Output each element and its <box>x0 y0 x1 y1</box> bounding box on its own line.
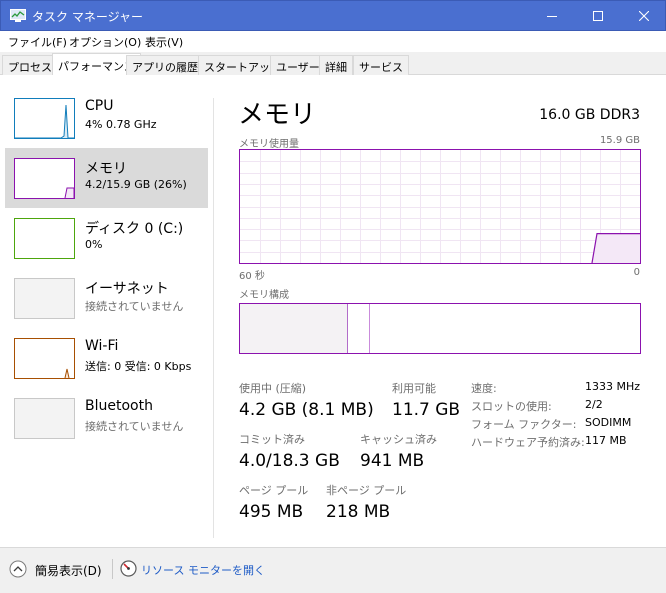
memory-thumbnail-graph <box>14 158 75 199</box>
sidebar-item-name: Bluetooth <box>85 398 153 414</box>
memory-usage-plot <box>240 150 640 264</box>
sidebar-item-detail: 接続されていません <box>85 420 184 433</box>
page-title: メモリ <box>238 100 317 130</box>
sidebar-item-name: メモリ <box>85 161 127 177</box>
available-value: 11.7 GB <box>392 400 461 420</box>
close-button[interactable] <box>621 1 666 31</box>
slots-label: スロットの使用: <box>471 400 552 413</box>
sidebar-item-bluetooth[interactable]: Bluetooth 接続されていません <box>5 388 208 448</box>
sidebar-item-name: ディスク 0 (C:) <box>85 221 184 237</box>
resource-monitor-icon[interactable] <box>120 560 137 577</box>
sidebar-item-detail: 送信: 0 受信: 0 Kbps <box>85 360 192 373</box>
sidebar-item-disk[interactable]: ディスク 0 (C:) 0% <box>5 208 208 268</box>
paged-pool-value: 495 MB <box>239 502 304 522</box>
hardware-reserved-label: ハードウェア予約済み: <box>471 436 585 449</box>
sidebar-item-name: CPU <box>85 98 114 114</box>
composition-modified[interactable] <box>348 304 370 353</box>
paged-pool-label: ページ プール <box>239 484 309 497</box>
sidebar-item-ethernet[interactable]: イーサネット 接続されていません <box>5 268 208 328</box>
usage-graph-label: メモリ使用量 <box>239 139 299 150</box>
composition-label: メモリ構成 <box>239 290 289 301</box>
in-use-value: 4.2 GB (8.1 MB) <box>239 400 374 420</box>
available-label: 利用可能 <box>392 382 436 395</box>
menu-bar: ファイル(F) オプション(O) 表示(V) <box>0 31 666 52</box>
task-manager-app-icon <box>10 9 26 22</box>
tab-processes[interactable]: プロセス <box>2 55 58 75</box>
open-resource-monitor-link[interactable]: リソース モニターを開く <box>141 562 265 578</box>
sidebar-item-detail: 0% <box>85 238 103 251</box>
time-axis-start: 60 秒 <box>239 271 265 282</box>
in-use-label: 使用中 (圧縮) <box>239 382 307 395</box>
title-bar[interactable]: タスク マネージャー <box>0 0 666 31</box>
cpu-thumbnail-graph <box>14 98 75 139</box>
time-axis-end: 0 <box>633 267 640 278</box>
slots-value: 2/2 <box>585 398 603 411</box>
form-factor-value: SODIMM <box>585 416 632 429</box>
menu-view[interactable]: 表示(V) <box>145 34 183 50</box>
minimize-button[interactable] <box>529 1 575 31</box>
wifi-thumbnail-graph <box>14 338 75 379</box>
wifi-sparkline <box>64 368 70 378</box>
tab-details[interactable]: 詳細 <box>319 55 353 75</box>
tab-bar: プロセス パフォーマンス アプリの履歴 スタートアップ ユーザー 詳細 サービス <box>0 52 666 76</box>
bluetooth-thumbnail-graph <box>14 398 75 439</box>
speed-label: 速度: <box>471 382 497 395</box>
memory-composition-bar[interactable] <box>239 303 641 354</box>
performance-panel: CPU 4% 0.78 GHz メモリ 4.2/15.9 GB (26%) ディ… <box>0 75 666 547</box>
sidebar-item-detail: 接続されていません <box>85 300 184 313</box>
nonpaged-pool-value: 218 MB <box>326 502 391 522</box>
close-icon <box>639 11 649 21</box>
usage-area <box>592 233 640 263</box>
sidebar-item-cpu[interactable]: CPU 4% 0.78 GHz <box>5 88 208 148</box>
memory-usage-graph <box>239 149 641 264</box>
hardware-reserved-value: 117 MB <box>585 434 627 447</box>
sidebar-item-name: イーサネット <box>85 281 169 297</box>
committed-value: 4.0/18.3 GB <box>239 451 340 471</box>
sidebar-divider <box>213 98 214 538</box>
cpu-sparkline <box>15 104 74 138</box>
menu-file[interactable]: ファイル(F) <box>8 34 67 50</box>
tab-users[interactable]: ユーザー <box>270 55 326 75</box>
sidebar-item-name: Wi-Fi <box>85 338 119 354</box>
nonpaged-pool-label: 非ページ プール <box>326 484 407 497</box>
composition-in-use[interactable] <box>240 304 348 353</box>
sidebar-item-wifi[interactable]: Wi-Fi 送信: 0 受信: 0 Kbps <box>5 328 208 388</box>
footer-bar: 簡易表示(D) リソース モニターを開く <box>0 547 666 593</box>
sidebar-item-memory[interactable]: メモリ 4.2/15.9 GB (26%) <box>5 148 208 208</box>
committed-label: コミット済み <box>239 433 305 446</box>
chevron-up-icon[interactable] <box>9 560 27 578</box>
footer-separator <box>112 559 113 579</box>
tab-services[interactable]: サービス <box>353 55 409 75</box>
form-factor-label: フォーム ファクター: <box>471 418 577 431</box>
ethernet-thumbnail-graph <box>14 278 75 319</box>
minimize-icon <box>547 16 557 17</box>
usage-graph-max: 15.9 GB <box>599 135 640 146</box>
tab-app-history[interactable]: アプリの履歴 <box>126 55 204 75</box>
cached-value: 941 MB <box>360 451 425 471</box>
window-title: タスク マネージャー <box>32 10 143 24</box>
menu-options[interactable]: オプション(O) <box>69 34 141 50</box>
sidebar-item-detail: 4% 0.78 GHz <box>85 118 157 131</box>
cached-label: キャッシュ済み <box>360 433 437 446</box>
sidebar-item-detail: 4.2/15.9 GB (26%) <box>85 178 187 191</box>
memory-spec: 16.0 GB DDR3 <box>539 107 640 123</box>
speed-value: 1333 MHz <box>585 380 641 393</box>
memory-sparkline <box>64 187 74 198</box>
disk-thumbnail-graph <box>14 218 75 259</box>
fewer-details-button[interactable]: 簡易表示(D) <box>35 562 102 579</box>
maximize-icon <box>593 11 603 21</box>
maximize-button[interactable] <box>575 1 621 31</box>
